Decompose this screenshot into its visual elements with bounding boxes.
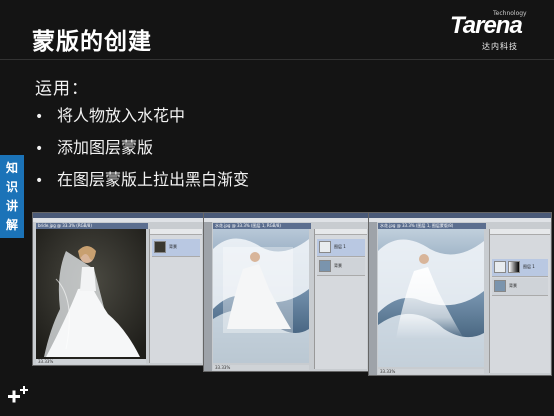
bullet-text: 添加图层蒙版 [57, 138, 154, 157]
plus-logo-icon [8, 386, 28, 403]
status-bar: 33.33% [213, 365, 309, 370]
bullet-dot-icon: • [35, 173, 44, 189]
layers-panel-header [150, 229, 202, 235]
layer-thumbnail [494, 261, 506, 273]
layer-thumbnail [319, 260, 331, 272]
layer-thumbnail [494, 280, 506, 292]
layers-panel: 图层 1 背景 [489, 229, 550, 373]
photoshop-screenshot-bride: bride.jpg @ 33.3% (RGB/8) 33.33% 背景 [32, 212, 204, 366]
logo-wordmark: Tarena [450, 12, 523, 39]
layers-panel: 图层 1 背景 [314, 229, 367, 369]
layer-row[interactable]: 图层 1 [492, 259, 548, 277]
mask-result-canvas [378, 229, 484, 367]
side-tab-char: 知 [5, 161, 18, 175]
layer-row[interactable]: 背景 [152, 239, 200, 257]
layer-row[interactable]: 背景 [317, 258, 365, 276]
slide-title: 蒙版的创建 [32, 29, 152, 55]
tools-panel [204, 222, 212, 371]
menubar [33, 218, 203, 222]
water-canvas [213, 229, 309, 363]
status-bar: 33.33% [36, 359, 146, 364]
section-subtitle: 运用： [35, 79, 89, 99]
layer-row[interactable]: 图层 1 [317, 239, 365, 257]
layer-name: 图层 1 [523, 264, 535, 269]
tools-panel [369, 222, 377, 375]
bullet-item: • 在图层蒙版上拉出黑白渐变 [35, 168, 249, 200]
menubar [369, 218, 551, 222]
layer-name: 背景 [169, 244, 177, 249]
side-tab-char: 讲 [5, 199, 18, 213]
layer-thumbnail [319, 241, 331, 253]
bullet-text: 在图层蒙版上拉出黑白渐变 [57, 170, 250, 189]
logo-chinese-name: 达内科技 [482, 42, 518, 51]
layer-mask-thumbnail[interactable] [508, 261, 520, 273]
bullet-item: • 添加图层蒙版 [35, 136, 249, 168]
side-tab-char: 识 [5, 180, 18, 194]
layer-name: 图层 1 [334, 244, 346, 249]
knowledge-side-tab: 知 识 讲 解 [0, 155, 24, 238]
layer-name: 背景 [334, 263, 342, 268]
bride-canvas [36, 229, 146, 359]
layers-panel: 背景 [149, 229, 202, 363]
menubar [204, 218, 368, 222]
layers-panel-header [315, 229, 367, 235]
layer-row[interactable]: 背景 [492, 278, 548, 296]
photoshop-screenshot-water: 水花.jpg @ 33.3% (图层 1, RGB/8) 33.33% 图层 1 [203, 212, 369, 372]
bullet-text: 将人物放入水花中 [57, 106, 186, 125]
bullet-list: • 将人物放入水花中 • 添加图层蒙版 • 在图层蒙版上拉出黑白渐变 [35, 104, 249, 200]
bullet-dot-icon: • [35, 109, 44, 125]
header-divider [0, 59, 554, 60]
tarena-logo: Technology Tarena 达内科技 [446, 10, 546, 51]
bullet-item: • 将人物放入水花中 [35, 104, 249, 136]
layers-panel-header [490, 229, 550, 235]
status-bar: 33.33% [378, 369, 484, 374]
bullet-dot-icon: • [35, 141, 44, 157]
photoshop-screenshot-mask: 水花.jpg @ 33.3% (图层 1, 图层蒙版/8) 33.33% 图层 … [368, 212, 552, 376]
side-tab-char: 解 [5, 218, 18, 232]
layer-name: 背景 [509, 283, 517, 288]
layer-thumbnail [154, 241, 166, 253]
